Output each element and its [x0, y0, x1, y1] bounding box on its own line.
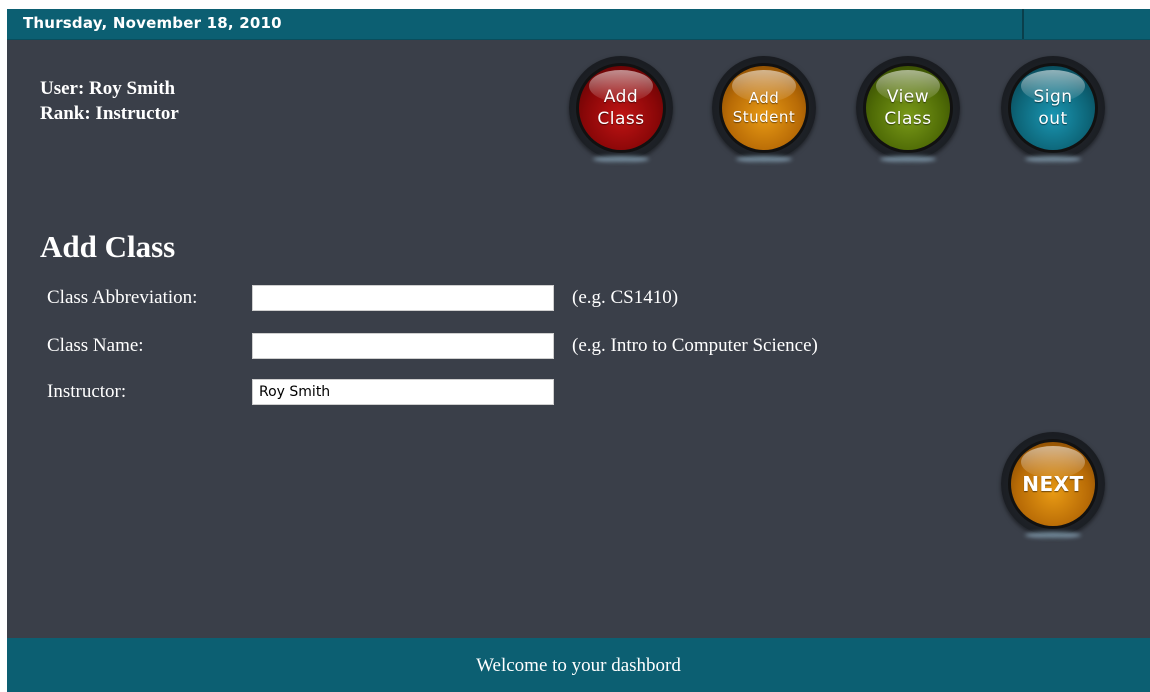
dashboard-frame: Thursday, November 18, 2010 User: Roy Sm… [7, 9, 1150, 692]
add-student-label: Add Student [732, 89, 796, 126]
view-class-label: View Class [884, 87, 932, 129]
instructor-label: Instructor: [47, 381, 127, 402]
welcome-message: Welcome to your dashbord [476, 655, 681, 676]
footer-bar: Welcome to your dashbord [7, 638, 1150, 692]
add-student-button[interactable]: Add Student [712, 56, 816, 162]
class-abbreviation-label: Class Abbreviation: [47, 287, 198, 308]
add-class-button[interactable]: Add Class [569, 56, 673, 162]
class-name-input[interactable] [252, 333, 554, 359]
sign-out-button[interactable]: Sign out [1001, 56, 1105, 162]
class-name-label: Class Name: [47, 335, 144, 356]
page-title: Add Class [40, 229, 176, 264]
next-button[interactable]: NEXT [1001, 432, 1105, 538]
user-rank: Rank: Instructor [40, 103, 179, 124]
class-abbreviation-input[interactable] [252, 285, 554, 311]
add-class-label: Add Class [597, 87, 645, 129]
view-class-button[interactable]: View Class [856, 56, 960, 162]
view-class-glow [880, 156, 936, 162]
add-student-glow [736, 156, 792, 162]
user-name: User: Roy Smith [40, 78, 176, 99]
sign-out-label: Sign out [1033, 87, 1073, 129]
top-bar-divider [1022, 9, 1024, 39]
next-label: NEXT [1022, 472, 1084, 496]
next-glow [1025, 532, 1081, 538]
add-class-glow [593, 156, 649, 162]
class-name-hint: (e.g. Intro to Computer Science) [572, 335, 818, 356]
instructor-input[interactable] [252, 379, 554, 405]
user-info: User: Roy Smith Rank: Instructor [40, 76, 179, 126]
current-date: Thursday, November 18, 2010 [23, 14, 282, 32]
class-abbreviation-hint: (e.g. CS1410) [572, 287, 679, 308]
top-bar: Thursday, November 18, 2010 [7, 9, 1150, 40]
sign-out-glow [1025, 156, 1081, 162]
